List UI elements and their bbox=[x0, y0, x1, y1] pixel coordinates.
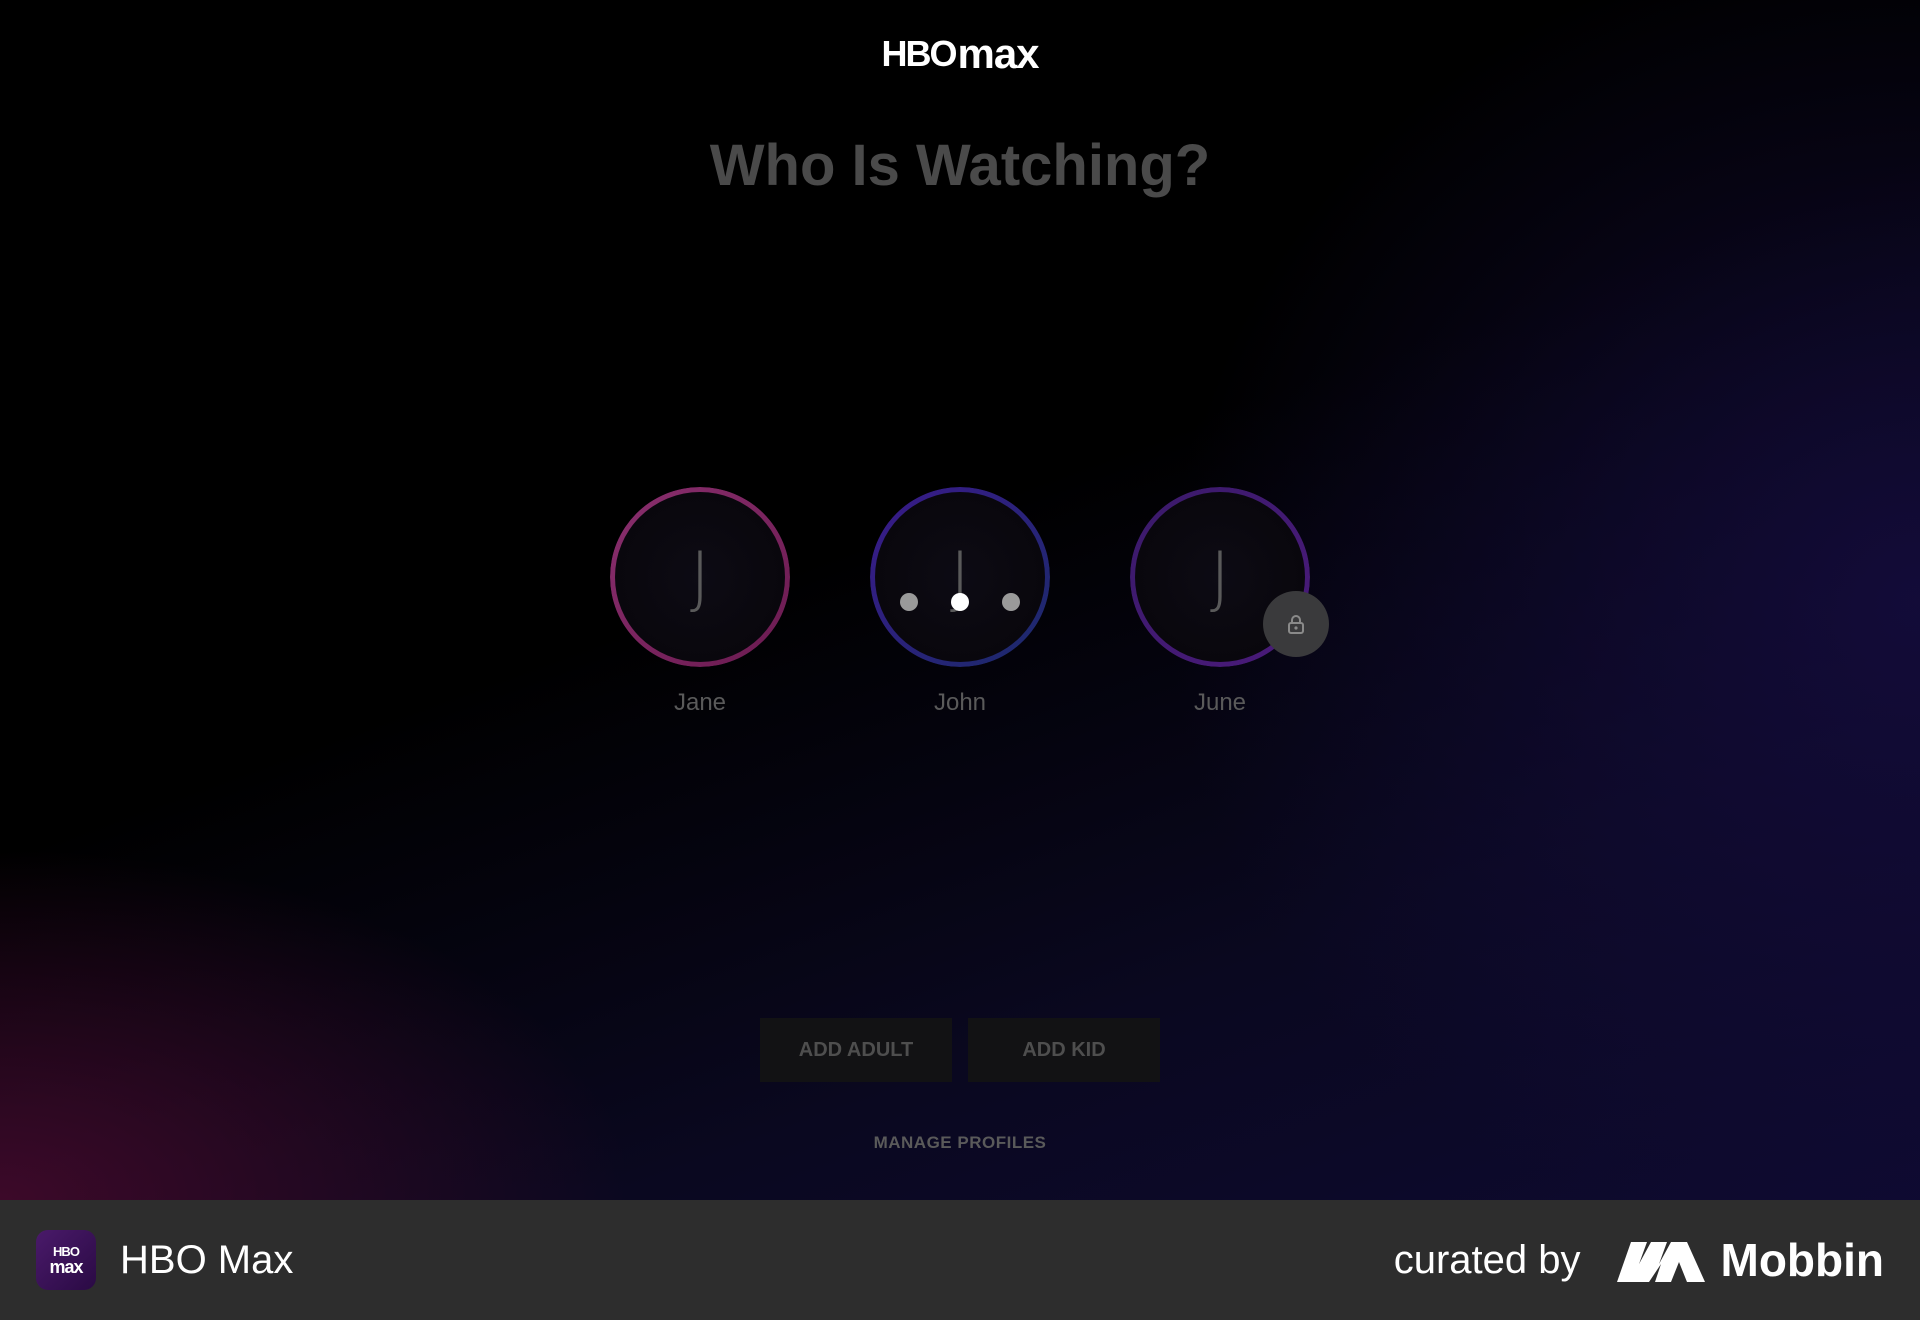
avatar-initial: J bbox=[689, 537, 711, 617]
app-name: HBO Max bbox=[120, 1237, 294, 1282]
curated-by-label: curated by bbox=[1393, 1237, 1581, 1282]
loading-dot-active bbox=[951, 593, 969, 611]
profile-jane[interactable]: J Jane bbox=[610, 487, 790, 717]
add-adult-button[interactable]: ADD ADULT bbox=[760, 1018, 952, 1082]
attribution-bar: HBO max HBO Max curated by Mobbin bbox=[0, 1200, 1920, 1320]
app-icon-hbo: HBO bbox=[53, 1243, 80, 1259]
loading-dot bbox=[1002, 593, 1020, 611]
app-icon-max: max bbox=[49, 1256, 83, 1277]
profile-actions: ADD ADULT ADD KID bbox=[0, 1018, 1920, 1082]
lock-icon bbox=[1288, 615, 1304, 634]
profile-list: J Jane J John J June bbox=[0, 487, 1920, 717]
avatar[interactable]: J bbox=[610, 487, 790, 667]
app-info: HBO max HBO Max bbox=[36, 1230, 293, 1290]
curator-credit: curated by Mobbin bbox=[1394, 1233, 1884, 1287]
loading-indicator bbox=[900, 593, 1020, 611]
mobbin-logo-icon bbox=[1616, 1242, 1705, 1282]
profile-name: June bbox=[1193, 689, 1247, 716]
page-title: Who Is Watching? bbox=[709, 133, 1211, 198]
profile-selection-screen: HBO max Who Is Watching? J Jane J John J… bbox=[0, 0, 1920, 1200]
profile-name: John bbox=[933, 689, 987, 716]
manage-profiles-link[interactable]: MANAGE PROFILES bbox=[0, 1133, 1920, 1153]
mobbin-brand: Mobbin bbox=[1616, 1233, 1885, 1287]
profile-name: Jane bbox=[673, 689, 727, 716]
lock-badge bbox=[1263, 591, 1329, 657]
profile-john[interactable]: J John bbox=[870, 487, 1050, 717]
logo-hbo-text: HBO bbox=[881, 33, 957, 74]
loading-dot bbox=[900, 593, 918, 611]
logo-max-text: max bbox=[957, 30, 1039, 77]
avatar-initial: J bbox=[1209, 537, 1231, 617]
mobbin-name: Mobbin bbox=[1720, 1234, 1885, 1286]
hbo-max-logo: HBO max bbox=[881, 30, 1039, 78]
avatar[interactable]: J bbox=[870, 487, 1050, 667]
add-kid-button[interactable]: ADD KID bbox=[968, 1018, 1160, 1082]
app-icon: HBO max bbox=[36, 1230, 96, 1290]
profile-june[interactable]: J June bbox=[1130, 487, 1329, 717]
